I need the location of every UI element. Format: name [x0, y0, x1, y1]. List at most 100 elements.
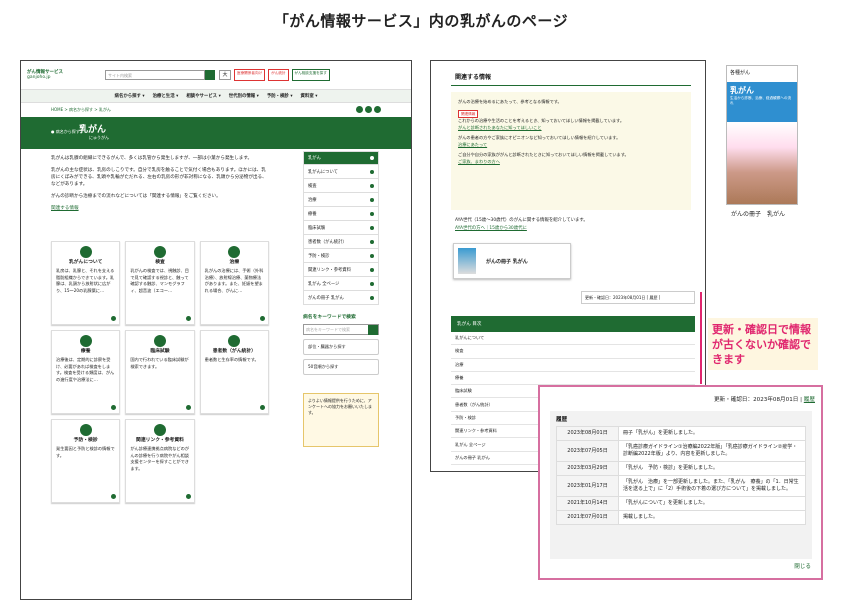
history-link[interactable]: 履歴 [804, 397, 815, 403]
intro-text: 乳がんは乳腺の組織にできるがんで、多くは乳管から発生しますが、一部は小葉から発生… [51, 156, 267, 211]
history-table: 2023年08月01日 冊子「乳がん」を更新しました。 2023年07月05日 「乳… [556, 426, 806, 525]
popup-header: 更新・確認日：2023年08月01日 | 履歴 [713, 397, 815, 403]
booklet-cover: 各種がん 乳がん 生活から診断、治療、経過観察への流れ [726, 65, 798, 205]
topic-icon [79, 335, 92, 347]
sidebar-item[interactable]: 検査 [303, 179, 379, 193]
topic-card[interactable]: 関連リンク・参考資料 がん診療連携拠点病院などのがんの診療を行う病院やがん相談支援… [125, 419, 195, 503]
related-heading: 関連する情報 [455, 74, 492, 81]
sidebar-item[interactable]: 関連リンク・参考資料 [303, 263, 379, 277]
back-link[interactable]: ● 病名から探す [51, 129, 80, 135]
related-tag: 関連情報 [458, 109, 479, 118]
cancer-page-screenshot: がん情報サービス ganjoho.jp サイト内検索 大 医療関係者向け がん統計… [20, 60, 412, 600]
close-button[interactable]: 閉じる [794, 562, 811, 570]
related-link[interactable]: 治療にあたって [458, 142, 684, 149]
sidebar-item[interactable]: 予防・検診 [303, 249, 379, 263]
pill-medical[interactable]: 医療関係者向け [234, 69, 266, 81]
topic-card[interactable]: 乳がんについて 乳房は、乳腺と、それを支える脂肪組織からできています。乳腺は、乳頭… [51, 241, 121, 325]
search-by-organ-button[interactable]: 部位・臓器から探す [303, 339, 379, 355]
arrow-icon [260, 405, 265, 410]
annotation-arrow [700, 292, 702, 384]
aya-link[interactable]: AYA世代の方へ｜15歳から30歳代に [455, 226, 527, 231]
update-date[interactable]: 更新・確認日：2023年08月01日 [ 履歴 ] [581, 291, 695, 304]
history-popup: 更新・確認日：2023年08月01日 | 履歴 履歴 2023年08月01日 冊子… [538, 385, 823, 580]
cover-series: 各種がん [730, 70, 751, 76]
topic-cards: 乳がんについて 乳房は、乳腺と、それを支える脂肪組織からできています。乳腺は、乳頭… [51, 241, 269, 503]
table-row: 2021年07月01日 掲載しました。 [556, 510, 806, 525]
nav-item[interactable]: 相談やサービス ▾ [186, 93, 220, 99]
nav-item[interactable]: 病名から探す ▾ [115, 93, 145, 99]
related-link[interactable]: ご家族、まわりの方へ [458, 159, 684, 166]
nav-item[interactable]: 治療と生活 ▾ [153, 93, 179, 99]
page-reading: にゅうがん [89, 135, 109, 140]
site-logo[interactable]: がん情報サービス ganjoho.jp [27, 70, 87, 80]
pill-consult[interactable]: がん相談支援を探す [291, 69, 330, 81]
topic-card[interactable]: 臨床試験 国内で行われている臨床試験が検索できます。 [125, 330, 195, 414]
booklet-card[interactable]: がんの冊子 乳がん [453, 243, 571, 279]
arrow-icon [185, 316, 191, 321]
breadcrumb-text[interactable]: HOME > 病名から探す > 乳がん [51, 107, 111, 113]
table-row: 2023年08月01日 冊子「乳がん」を更新しました。 [556, 426, 806, 441]
topic-card[interactable]: 治療 乳がんの治療には、手術（外科治療）、放射線治療、薬物療法があります。また、妊… [199, 241, 269, 325]
topic-icon [79, 246, 92, 258]
sidebar-item[interactable]: 臨床試験 [303, 221, 379, 235]
cover-caption: がんの冊子 乳がん [730, 211, 786, 218]
topic-icon [228, 246, 241, 258]
table-row: 2023年03月29日 「乳がん 予防・検診」を更新しました。 [556, 461, 806, 476]
arrow-icon [111, 316, 117, 321]
arrow-icon [111, 494, 117, 499]
divider [451, 85, 691, 86]
nav-item[interactable]: 世代別の情報 ▾ [229, 93, 259, 99]
page-heading: 乳がん [79, 125, 107, 135]
topic-icon [153, 335, 166, 347]
keyword-search-input[interactable]: 病名をキーワードで検索 [303, 324, 379, 335]
search-by-kana-button[interactable]: 50音順から探す [303, 359, 379, 375]
sidebar-item[interactable]: 治療 [303, 193, 379, 207]
table-row: 2021年10月14日 「乳がんについて」を更新しました。 [556, 496, 806, 511]
sidebar-item[interactable]: 乳がん 全ページ [303, 277, 379, 291]
share-icons[interactable] [354, 106, 381, 114]
related-box: がんの治療を始めるにあたって、参考となる情報です。 関連情報 これからの治療や生… [451, 92, 691, 210]
sidebar-item[interactable]: 乳がん [303, 151, 379, 165]
topic-icon [153, 246, 166, 258]
toc-item[interactable]: 治療 [451, 359, 695, 372]
pill-stats[interactable]: がん統計 [268, 69, 289, 81]
page-title: 「がん情報サービス」内の乳がんのページ [273, 12, 569, 30]
booklet-thumbnail [458, 248, 476, 274]
sidebar-menu: 乳がん 乳がんについて 検査 治療 療養 臨床試験 患者数（がん統計） 予防・検… [303, 151, 379, 447]
cover-illustration [727, 122, 797, 204]
annotation-callout: 更新・確認日で情報が古くないか確認できます [708, 318, 818, 370]
topic-card[interactable]: 予防・検診 発生要因と予防と検診の情報です。 [51, 419, 121, 503]
arrow-icon [185, 494, 191, 499]
survey-banner[interactable]: よりよい情報提供を行うために、アンケートへの協力をお願いいたします。 [303, 393, 379, 447]
nav-item[interactable]: 資料室 ▾ [301, 93, 318, 99]
site-header: がん情報サービス ganjoho.jp サイト内検索 大 医療関係者向け がん統計… [21, 61, 411, 89]
table-row: 2023年01月17日 「乳がん 治療」を一部更新しました。また、「乳がん 療養」… [556, 475, 806, 497]
topic-icon [153, 424, 166, 436]
font-size-button[interactable]: 大 [219, 70, 231, 80]
sidebar-item[interactable]: 療養 [303, 207, 379, 221]
sidebar-item[interactable]: 患者数（がん統計） [303, 235, 379, 249]
topic-card[interactable]: 検査 乳がんの検査では、視触診、目で見て確認する視診と、触って確認する触診、マンモ… [125, 241, 195, 325]
page-banner: ● 病名から探す 乳がん にゅうがん [21, 117, 411, 149]
sidebar-item[interactable]: がんの冊子 乳がん [303, 291, 379, 305]
sidebar-item[interactable]: 乳がんについて [303, 165, 379, 179]
toc-item[interactable]: 乳がんについて [451, 332, 695, 346]
related-info-link[interactable]: 関連する情報 [51, 206, 79, 211]
arrow-icon [185, 405, 191, 410]
toc-item[interactable]: 検査 [451, 345, 695, 359]
topic-icon [79, 424, 92, 436]
search-icon[interactable] [368, 325, 378, 335]
toc-item[interactable]: 療養 [451, 372, 695, 386]
topic-card[interactable]: 療養 治療後は、定期的に診察を受け、必要があれば検査をします。検査を受ける頻度は、… [51, 330, 121, 414]
toc-header[interactable]: 乳がん 目次 [451, 316, 695, 332]
search-icon[interactable] [205, 70, 215, 80]
table-row: 2023年07月05日 「乳癌診療ガイドライン①治療編2022年版」「乳癌診療ガイ… [556, 440, 806, 462]
cover-subtitle: 生活から診断、治療、経過観察への流れ [730, 96, 792, 105]
search-input[interactable]: サイト内検索 [105, 70, 205, 80]
keyword-search-title: 病名をキーワードで検索 [303, 315, 356, 320]
nav-item[interactable]: 予防・検診 ▾ [267, 93, 293, 99]
cover-title: 乳がん [730, 86, 754, 95]
related-link[interactable]: がんと診断されたあなたに知ってほしいこと [458, 125, 684, 132]
topic-card[interactable]: 患者数（がん統計） 患者数と生存率の情報です。 [199, 330, 269, 414]
history-label: 履歴 [556, 417, 568, 423]
